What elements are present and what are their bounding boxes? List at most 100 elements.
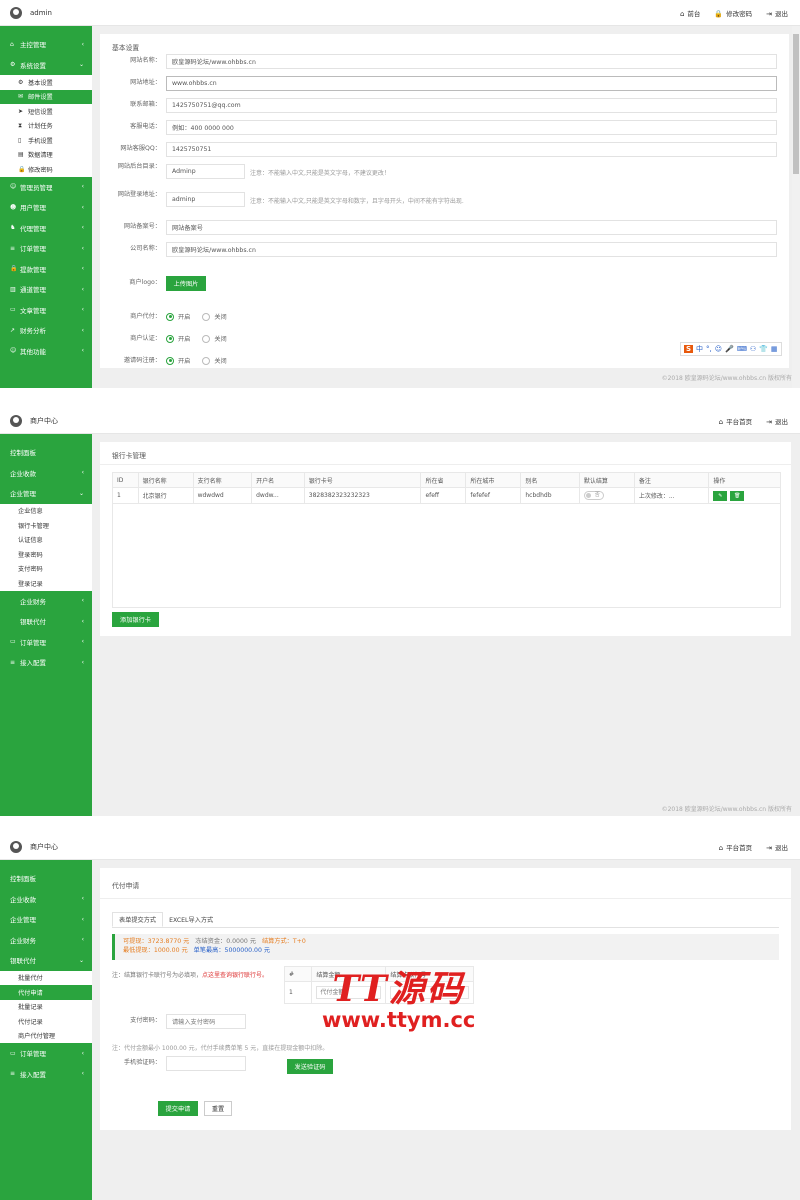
- ime-icon-6[interactable]: 👕: [759, 345, 768, 353]
- home-link[interactable]: ⌂ 平台首页: [719, 416, 752, 426]
- paypwd-input[interactable]: 请输入支付密码: [166, 1014, 246, 1029]
- nav-bottom-item-7[interactable]: ↗ 财务分析 ‹: [0, 320, 92, 341]
- submenu-item-4[interactable]: 商户代付管理: [0, 1029, 92, 1044]
- nav-item-2[interactable]: 企业管理 ⌄: [0, 483, 92, 504]
- chevron-icon: ‹: [81, 224, 84, 232]
- nav-bottom-item-4[interactable]: 🔒 提款管理 ‹: [0, 259, 92, 280]
- sms-code-input[interactable]: [166, 1056, 246, 1071]
- nav-bottom-item-3[interactable]: ≡ 接入配置 ‹: [0, 652, 92, 673]
- radio-off[interactable]: 关闭: [202, 312, 227, 321]
- field-input-0[interactable]: 欧皇源码论坛/www.ohbbs.cn: [166, 54, 777, 69]
- nav-item-0[interactable]: 控制面板: [0, 442, 92, 463]
- logout-link[interactable]: ⇥ 退出: [766, 842, 788, 852]
- nav-bottom-item-3[interactable]: ≡ 订单管理 ‹: [0, 238, 92, 259]
- submit-button[interactable]: 提交申请: [158, 1101, 198, 1116]
- default-toggle[interactable]: 否: [583, 491, 604, 500]
- nav-item-4[interactable]: 银联代付 ⌄: [0, 950, 92, 971]
- nav-bottom-item-6[interactable]: ▭ 文章管理 ‹: [0, 300, 92, 321]
- nav-bottom-item-1[interactable]: 银联代付 ‹: [0, 611, 92, 632]
- submenu-item-0[interactable]: 批量代付: [0, 971, 92, 986]
- chevron-icon: ‹: [81, 915, 84, 923]
- submenu-item-3[interactable]: 登录密码: [0, 547, 92, 562]
- send-code-button[interactable]: 发送验证码: [287, 1059, 333, 1074]
- nav-item-2[interactable]: 企业管理 ‹: [0, 909, 92, 930]
- ime-toolbar[interactable]: S 中 °, ☺ 🎤 ⌨ ⚇ 👕 ▦: [680, 342, 782, 356]
- field-input-1[interactable]: www.ohbbs.cn: [166, 76, 777, 91]
- field-input-3[interactable]: 例如：400 0000 000: [166, 120, 777, 135]
- nav-bottom-item-8[interactable]: ☺ 其他功能 ‹: [0, 341, 92, 362]
- scrollbar[interactable]: [792, 26, 800, 388]
- submenu-item-3[interactable]: 代付记录: [0, 1014, 92, 1029]
- ime-icon-7[interactable]: ▦: [771, 345, 778, 353]
- submenu-item-2[interactable]: 认证信息: [0, 533, 92, 548]
- amount-input[interactable]: 代付金额: [316, 986, 382, 999]
- lookup-bank-code-link[interactable]: 点这里查询银行联行号。: [202, 972, 268, 979]
- reset-button[interactable]: 重置: [204, 1101, 232, 1116]
- logout-link[interactable]: ⇥ 退出: [766, 8, 788, 18]
- delete-icon[interactable]: 🗑: [730, 490, 745, 501]
- nav-label: 接入配置: [20, 1070, 46, 1079]
- avatar[interactable]: [10, 840, 22, 853]
- home-link[interactable]: ⌂ 前台: [680, 8, 700, 18]
- col-header-7: 别名: [520, 472, 580, 488]
- submenu-item-1[interactable]: ✉ 邮件设置: [0, 89, 92, 104]
- home-link[interactable]: ⌂ 平台首页: [719, 842, 752, 852]
- ime-icon-4[interactable]: ⌨: [737, 345, 747, 353]
- nav-bottom-item-2[interactable]: ▭ 订单管理 ‹: [0, 632, 92, 653]
- submenu-item-2[interactable]: ➤ 短信设置: [0, 104, 92, 119]
- submenu-item-1[interactable]: 代付申请: [0, 985, 92, 1000]
- nav-item-3[interactable]: 企业财务 ‹: [0, 930, 92, 951]
- submenu-item-0[interactable]: 企业信息: [0, 504, 92, 519]
- avatar[interactable]: [10, 6, 22, 19]
- submenu-item-4[interactable]: 支付密码: [0, 562, 92, 577]
- radio-off[interactable]: 关闭: [202, 356, 227, 365]
- radio-off[interactable]: 关闭: [202, 334, 227, 343]
- radio-on[interactable]: 开启: [166, 356, 190, 365]
- field-input-7[interactable]: 网站备案号: [166, 220, 777, 235]
- nav-bottom-item-1[interactable]: ≡ 接入配置 ‹: [0, 1064, 92, 1085]
- add-bank-card-button[interactable]: 添加银行卡: [112, 612, 159, 627]
- ime-icon-5[interactable]: ⚇: [750, 345, 756, 353]
- frozen-funds: 冻结资金：0.0000 元: [195, 938, 257, 945]
- ime-icon-0[interactable]: 中: [696, 344, 703, 354]
- nav-label: 接入配置: [20, 659, 46, 668]
- field-input-8[interactable]: 欧皇源码论坛/www.ohbbs.cn: [166, 242, 777, 257]
- nav-item-0[interactable]: ⌂ 主控管理 ‹: [0, 34, 92, 55]
- ime-icon-1[interactable]: °,: [706, 345, 712, 353]
- ime-icon-2[interactable]: ☺: [715, 345, 722, 353]
- submenu-item-3[interactable]: ⧗ 计划任务: [0, 119, 92, 134]
- submenu-item-5[interactable]: ▤ 数据清理: [0, 148, 92, 163]
- nav-item-1[interactable]: ⚙ 系统设置 ⌄: [0, 55, 92, 76]
- field-input-4[interactable]: 1425750751: [166, 142, 777, 157]
- submenu-item-1[interactable]: 银行卡管理: [0, 518, 92, 533]
- avatar[interactable]: [10, 414, 22, 427]
- tab-0[interactable]: 表单提交方式: [112, 912, 164, 927]
- submenu-item-2[interactable]: 批量记录: [0, 1000, 92, 1015]
- nav-bottom-item-0[interactable]: ▭ 订单管理 ‹: [0, 1043, 92, 1064]
- upload-image-button[interactable]: 上传图片: [166, 276, 206, 291]
- ime-icon-3[interactable]: 🎤: [725, 345, 734, 353]
- nav-bottom-item-2[interactable]: ♞ 代理管理 ‹: [0, 218, 92, 239]
- nav-bottom-item-5[interactable]: ▥ 通道管理 ‹: [0, 279, 92, 300]
- bank-code-input[interactable]: [390, 986, 469, 999]
- edit-icon[interactable]: ✎: [713, 490, 728, 501]
- nav-bottom-item-0[interactable]: ☺ 管理员管理 ‹: [0, 177, 92, 198]
- field-input-6[interactable]: adminp: [166, 192, 245, 207]
- radio-on[interactable]: 开启: [166, 312, 190, 321]
- nav-bottom-item-0[interactable]: 企业财务 ‹: [0, 591, 92, 612]
- submenu-item-4[interactable]: ▯ 手机设置: [0, 133, 92, 148]
- lock-link[interactable]: 🔒 修改密码: [714, 8, 752, 18]
- tab-1[interactable]: EXCEL导入方式: [163, 912, 219, 927]
- nav-item-1[interactable]: 企业收款 ‹: [0, 889, 92, 910]
- submenu-item-5[interactable]: 登录记录: [0, 576, 92, 591]
- col-header-9: 备注: [633, 472, 710, 488]
- field-input-2[interactable]: 1425750751@qq.com: [166, 98, 777, 113]
- submenu-item-6[interactable]: 🔒 修改密码: [0, 162, 92, 177]
- nav-item-0[interactable]: 控制面板: [0, 868, 92, 889]
- nav-item-1[interactable]: 企业收款 ‹: [0, 463, 92, 484]
- submenu-item-0[interactable]: ⚙ 基本设置: [0, 75, 92, 90]
- logout-link[interactable]: ⇥ 退出: [766, 416, 788, 426]
- radio-on[interactable]: 开启: [166, 334, 190, 343]
- field-input-5[interactable]: Adminp: [166, 164, 245, 179]
- nav-bottom-item-1[interactable]: ☻ 用户管理 ‹: [0, 197, 92, 218]
